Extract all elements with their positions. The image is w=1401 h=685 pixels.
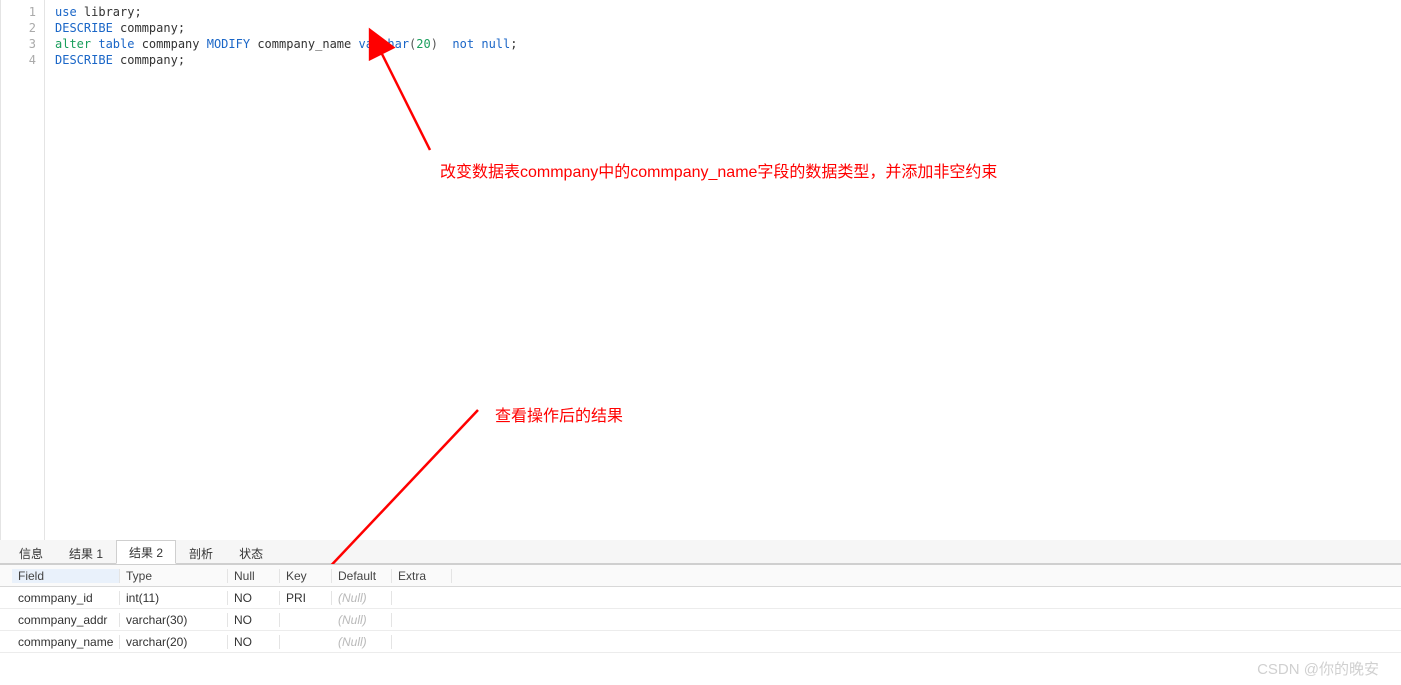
cell-null[interactable]: NO	[228, 591, 280, 605]
table-row[interactable]: commpany_namevarchar(20)NO (Null)	[0, 631, 1401, 653]
code-token: commpany;	[113, 53, 185, 67]
code-token: commpany_name	[250, 37, 358, 51]
tab-状态[interactable]: 状态	[226, 541, 276, 564]
cell-field[interactable]: commpany_name	[12, 635, 120, 649]
col-extra-header[interactable]: Extra	[392, 569, 452, 583]
cell-null[interactable]: NO	[228, 613, 280, 627]
tab-结果 2[interactable]: 结果 2	[116, 540, 176, 564]
result-tabs: 信息结果 1结果 2剖析状态	[0, 540, 1401, 564]
grid-header-row: Field Type Null Key Default Extra	[0, 565, 1401, 587]
code-token: not	[452, 37, 474, 51]
code-token: ;	[510, 37, 517, 51]
code-token: varchar	[358, 37, 409, 51]
line-number: 3	[1, 36, 44, 52]
code-line[interactable]: alter table commpany MODIFY commpany_nam…	[55, 36, 1391, 52]
code-token: use	[55, 5, 77, 19]
code-token: MODIFY	[207, 37, 250, 51]
editor-gutter: 1234	[1, 0, 45, 540]
code-token: )	[431, 37, 453, 51]
editor-body[interactable]: use library;DESCRIBE commpany;alter tabl…	[45, 0, 1401, 72]
code-token: null	[481, 37, 510, 51]
tab-剖析[interactable]: 剖析	[176, 541, 226, 564]
line-number: 1	[1, 4, 44, 20]
col-null-header[interactable]: Null	[228, 569, 280, 583]
code-line[interactable]: use library;	[55, 4, 1391, 20]
line-number: 2	[1, 20, 44, 36]
cell-type[interactable]: varchar(30)	[120, 613, 228, 627]
code-token: alter	[55, 37, 91, 51]
code-token: commpany;	[113, 21, 185, 35]
cell-default[interactable]: (Null)	[332, 613, 392, 627]
cell-default[interactable]: (Null)	[332, 591, 392, 605]
code-token: commpany	[134, 37, 206, 51]
cell-field[interactable]: commpany_id	[12, 591, 120, 605]
code-line[interactable]: DESCRIBE commpany;	[55, 52, 1391, 68]
col-type-header[interactable]: Type	[120, 569, 228, 583]
cell-key[interactable]: PRI	[280, 591, 332, 605]
code-line[interactable]: DESCRIBE commpany;	[55, 20, 1391, 36]
code-token: library;	[77, 5, 142, 19]
col-default-header[interactable]: Default	[332, 569, 392, 583]
code-token: DESCRIBE	[55, 21, 113, 35]
code-token: table	[98, 37, 134, 51]
cell-null[interactable]: NO	[228, 635, 280, 649]
col-field-header[interactable]: Field	[12, 569, 120, 583]
tab-结果 1[interactable]: 结果 1	[56, 541, 116, 564]
cell-type[interactable]: int(11)	[120, 591, 228, 605]
table-row[interactable]: commpany_idint(11)NOPRI(Null)	[0, 587, 1401, 609]
cell-type[interactable]: varchar(20)	[120, 635, 228, 649]
line-number: 4	[1, 52, 44, 68]
cell-default[interactable]: (Null)	[332, 635, 392, 649]
result-grid[interactable]: Field Type Null Key Default Extra commpa…	[0, 564, 1401, 664]
code-token: 20	[416, 37, 430, 51]
code-token: DESCRIBE	[55, 53, 113, 67]
col-key-header[interactable]: Key	[280, 569, 332, 583]
sql-editor[interactable]: 1234 use library;DESCRIBE commpany;alter…	[0, 0, 1401, 540]
table-row[interactable]: commpany_addrvarchar(30)NO (Null)	[0, 609, 1401, 631]
cell-field[interactable]: commpany_addr	[12, 613, 120, 627]
tab-信息[interactable]: 信息	[6, 541, 56, 564]
